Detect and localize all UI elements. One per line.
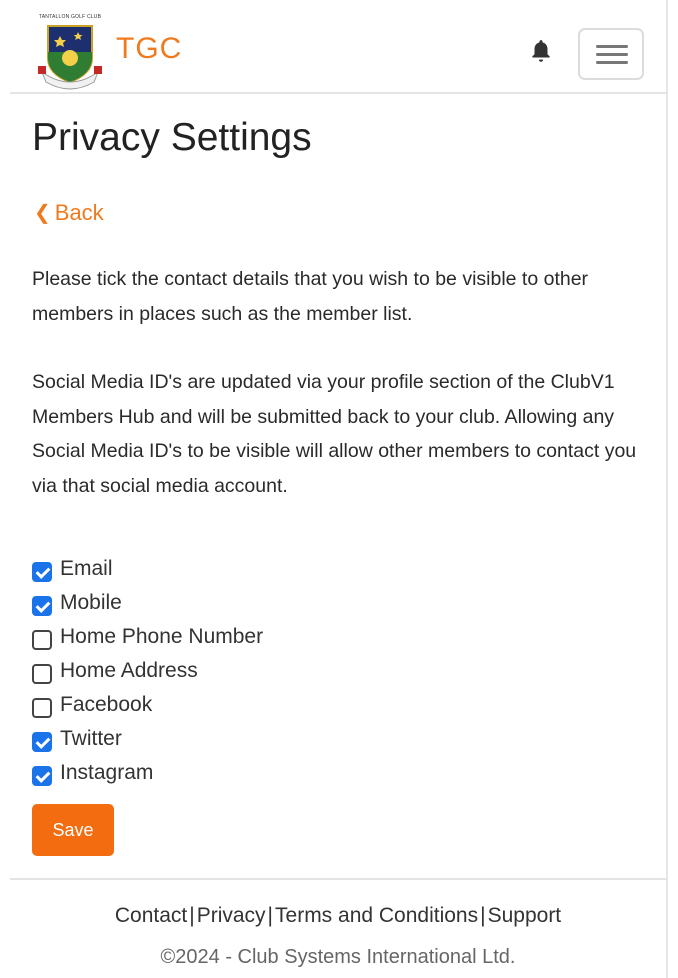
brand-name[interactable]: TGC [116,32,182,66]
option-twitter[interactable]: Twitter [32,722,263,756]
menu-bar-line [596,61,628,64]
option-label: Mobile [60,591,122,614]
checkbox[interactable] [32,766,52,786]
logo-caption: TANTALLON GOLF CLUB [38,14,102,20]
social-media-note: Social Media ID's are updated via your p… [32,371,637,497]
checkbox[interactable] [32,630,52,650]
option-instagram[interactable]: Instagram [32,756,263,790]
footer-separator: | [189,904,195,927]
option-home-address[interactable]: Home Address [32,654,263,688]
checkbox[interactable] [32,732,52,752]
footer-links: Contact|Privacy|Terms and Conditions|Sup… [10,904,666,928]
checkbox[interactable] [32,596,52,616]
visibility-options: Email Mobile Home Phone Number Home Address… [32,552,263,790]
option-email[interactable]: Email [32,552,263,586]
option-label: Facebook [60,693,153,716]
option-mobile[interactable]: Mobile [32,586,263,620]
menu-bar-line [596,45,628,48]
back-link[interactable]: ❮ Back [34,200,104,226]
option-label: Email [60,557,113,580]
footer-separator: | [480,904,486,927]
footer-link-terms-and-conditions[interactable]: Terms and Conditions [275,904,478,927]
top-navbar: TANTALLON GOLF CLUB TGC [10,0,666,94]
option-label: Home Address [60,659,198,682]
footer-divider [10,878,666,880]
option-label: Home Phone Number [60,625,264,648]
menu-bar-line [596,53,628,56]
footer-link-contact[interactable]: Contact [115,904,187,927]
footer-link-support[interactable]: Support [488,904,562,927]
instructions-text: Please tick the contact details that you… [32,268,589,325]
page-title: Privacy Settings [32,116,312,159]
bell-icon[interactable] [528,38,554,64]
chevron-left-icon: ❮ [34,202,51,224]
checkbox[interactable] [32,698,52,718]
club-crest-icon [38,25,102,90]
option-facebook[interactable]: Facebook [32,688,263,722]
checkbox[interactable] [32,562,52,582]
hamburger-menu-button[interactable] [578,28,644,80]
page-frame: TANTALLON GOLF CLUB TGC Privacy Settings… [10,0,668,978]
option-home-phone-number[interactable]: Home Phone Number [32,620,263,654]
copyright-text: ©2024 - Club Systems International Ltd. [160,946,516,968]
back-label: Back [54,200,104,225]
club-logo[interactable]: TANTALLON GOLF CLUB [34,14,106,90]
option-label: Twitter [60,727,122,750]
option-label: Instagram [60,761,154,784]
footer-separator: | [267,904,274,927]
footer-link-privacy[interactable]: Privacy [197,904,266,927]
checkbox[interactable] [32,664,52,684]
save-button[interactable]: Save [32,804,114,856]
